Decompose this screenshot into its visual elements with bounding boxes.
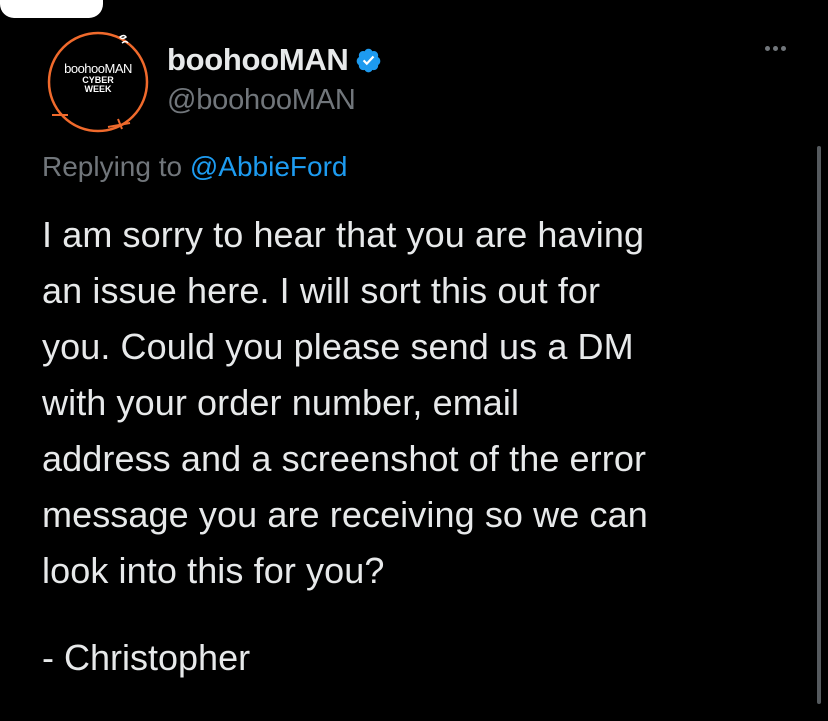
avatar-brand-text: boohooMAN: [64, 61, 132, 76]
avatar[interactable]: boohooMAN CYBER WEEK: [44, 29, 152, 135]
user-info: boohooMAN @boohooMAN: [167, 40, 382, 117]
tweet-text: I am sorry to hear that you are having a…: [42, 214, 648, 591]
more-options-icon[interactable]: [765, 46, 786, 51]
display-name[interactable]: boohooMAN: [167, 42, 349, 78]
name-row: boohooMAN: [167, 40, 382, 80]
tweet-signature: - Christopher: [42, 637, 251, 678]
replying-to: Replying to @AbbieFord: [42, 151, 347, 183]
reply-mention-link[interactable]: @AbbieFord: [190, 151, 348, 182]
user-handle[interactable]: @boohooMAN: [167, 84, 382, 117]
reply-prefix: Replying to: [42, 151, 183, 182]
avatar-tagline-2: WEEK: [84, 84, 112, 94]
top-nav-chip: [0, 0, 103, 18]
verified-badge-icon: [356, 48, 380, 72]
scrollbar[interactable]: [817, 146, 821, 704]
